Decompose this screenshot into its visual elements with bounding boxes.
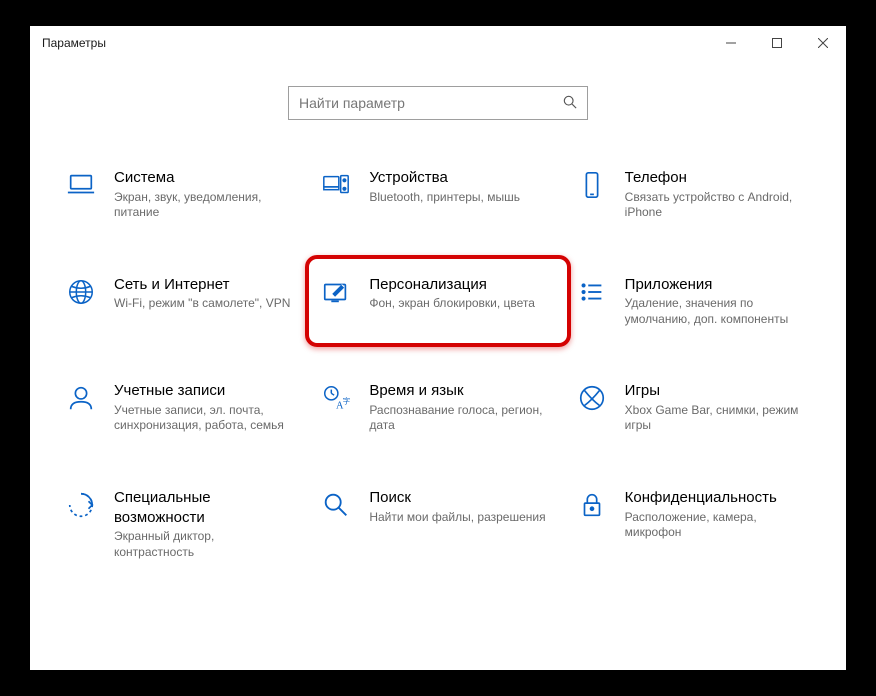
window-controls xyxy=(708,26,846,60)
tile-desc: Расположение, камера, микрофон xyxy=(625,510,805,541)
tile-gaming[interactable]: Игры Xbox Game Bar, снимки, режим игры xyxy=(571,375,816,440)
apps-list-icon xyxy=(575,275,609,309)
tile-accounts[interactable]: Учетные записи Учетные записи, эл. почта… xyxy=(60,375,305,440)
ease-of-access-icon xyxy=(64,488,98,522)
tile-accessibility[interactable]: Специальные возможности Экранный диктор,… xyxy=(60,482,305,566)
tile-desc: Связать устройство с Android, iPhone xyxy=(625,190,805,221)
tile-phone[interactable]: Телефон Связать устройство с Android, iP… xyxy=(571,162,816,227)
tile-desc: Xbox Game Bar, снимки, режим игры xyxy=(625,403,805,434)
tile-title: Конфиденциальность xyxy=(625,488,805,508)
phone-icon xyxy=(575,168,609,202)
globe-icon xyxy=(64,275,98,309)
settings-grid: Система Экран, звук, уведомления, питани… xyxy=(30,132,846,566)
personalization-icon xyxy=(319,275,353,309)
close-button[interactable] xyxy=(800,26,846,60)
tile-time-language[interactable]: A 字 Время и язык Распознавание голоса, р… xyxy=(315,375,560,440)
devices-icon xyxy=(319,168,353,202)
tile-devices[interactable]: Устройства Bluetooth, принтеры, мышь xyxy=(315,162,560,227)
tile-search[interactable]: Поиск Найти мои файлы, разрешения xyxy=(315,482,560,566)
search-input[interactable]: Найти параметр xyxy=(288,86,588,120)
tile-desc: Экран, звук, уведомления, питание xyxy=(114,190,294,221)
settings-window: Параметры Найти параметр xyxy=(30,26,846,670)
tile-title: Система xyxy=(114,168,294,188)
app-frame: Параметры Найти параметр xyxy=(2,2,874,694)
search-placeholder: Найти параметр xyxy=(299,95,563,111)
tile-system[interactable]: Система Экран, звук, уведомления, питани… xyxy=(60,162,305,227)
tile-apps[interactable]: Приложения Удаление, значения по умолчан… xyxy=(571,269,816,334)
lock-icon xyxy=(575,488,609,522)
tile-desc: Распознавание голоса, регион, дата xyxy=(369,403,549,434)
search-large-icon xyxy=(319,488,353,522)
tile-title: Приложения xyxy=(625,275,805,295)
tile-title: Поиск xyxy=(369,488,545,508)
search-wrap: Найти параметр xyxy=(30,86,846,120)
tile-title: Специальные возможности xyxy=(114,488,301,527)
maximize-button[interactable] xyxy=(754,26,800,60)
tile-desc: Экранный диктор, контрастность xyxy=(114,529,294,560)
search-icon xyxy=(563,95,577,112)
content-area: Найти параметр Систем xyxy=(30,60,846,670)
tile-desc: Удаление, значения по умолчанию, доп. ко… xyxy=(625,296,805,327)
laptop-icon xyxy=(64,168,98,202)
tile-title: Игры xyxy=(625,381,805,401)
window-title: Параметры xyxy=(42,36,106,50)
tile-desc: Фон, экран блокировки, цвета xyxy=(369,296,535,312)
tile-desc: Учетные записи, эл. почта, синхронизация… xyxy=(114,403,294,434)
tile-privacy[interactable]: Конфиденциальность Расположение, камера,… xyxy=(571,482,816,566)
titlebar: Параметры xyxy=(30,26,846,60)
tile-desc: Bluetooth, принтеры, мышь xyxy=(369,190,520,206)
tile-title: Сеть и Интернет xyxy=(114,275,290,295)
tile-title: Телефон xyxy=(625,168,805,188)
xbox-icon xyxy=(575,381,609,415)
tile-title: Учетные записи xyxy=(114,381,294,401)
tile-network[interactable]: Сеть и Интернет Wi-Fi, режим "в самолете… xyxy=(60,269,305,334)
svg-text:字: 字 xyxy=(343,396,351,406)
person-icon xyxy=(64,381,98,415)
tile-title: Персонализация xyxy=(369,275,535,295)
tile-desc: Wi-Fi, режим "в самолете", VPN xyxy=(114,296,290,312)
tile-desc: Найти мои файлы, разрешения xyxy=(369,510,545,526)
minimize-button[interactable] xyxy=(708,26,754,60)
tile-title: Устройства xyxy=(369,168,520,188)
tile-title: Время и язык xyxy=(369,381,549,401)
time-language-icon: A 字 xyxy=(319,381,353,415)
tile-personalization[interactable]: Персонализация Фон, экран блокировки, цв… xyxy=(315,269,560,334)
